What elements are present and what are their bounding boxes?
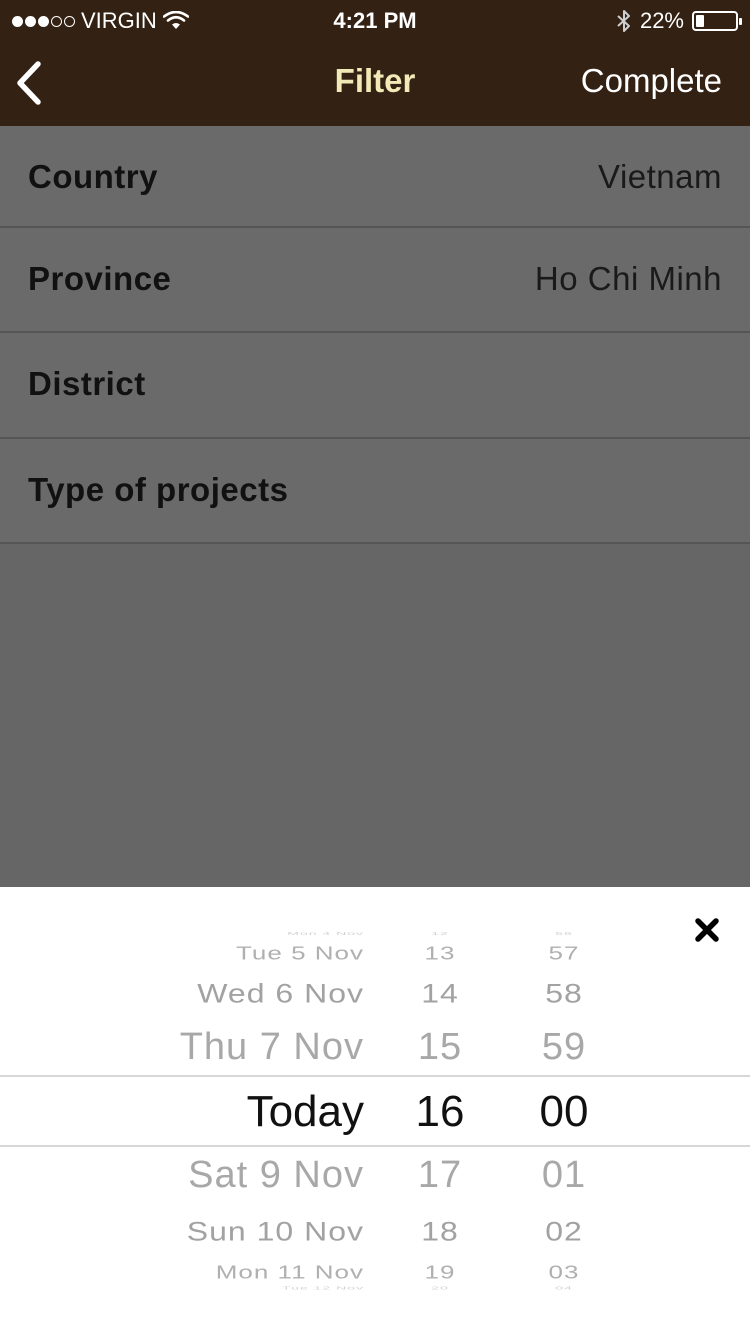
- minute-option[interactable]: 01: [520, 1154, 608, 1197]
- date-option[interactable]: Tue 12 Nov: [282, 1285, 364, 1291]
- minute-option[interactable]: 02: [520, 1216, 608, 1247]
- minute-option[interactable]: 04: [520, 1285, 608, 1291]
- hour-option[interactable]: 13: [400, 943, 480, 965]
- date-option[interactable]: Mon 4 Nov: [287, 930, 364, 936]
- minute-option[interactable]: 57: [520, 943, 608, 965]
- date-option[interactable]: Thu 7 Nov: [180, 1026, 364, 1069]
- minute-wheel[interactable]: 56 57 58 59 00 01 02 03 04: [520, 0, 608, 1333]
- hour-wheel[interactable]: 12 13 14 15 16 17 18 19 20: [400, 0, 480, 1333]
- date-option[interactable]: Tue 5 Nov: [236, 943, 364, 965]
- date-option[interactable]: Wed 6 Nov: [197, 978, 364, 1009]
- hour-option[interactable]: 18: [400, 1216, 480, 1247]
- status-right: 22%: [616, 8, 742, 34]
- date-option[interactable]: Sat 9 Nov: [188, 1154, 364, 1197]
- date-wheel[interactable]: Mon 4 Nov Tue 5 Nov Wed 6 Nov Thu 7 Nov Toda…: [100, 0, 364, 1333]
- minute-option[interactable]: 56: [520, 930, 608, 936]
- date-option[interactable]: Sun 10 Nov: [187, 1216, 364, 1247]
- battery-percentage: 22%: [639, 8, 684, 33]
- hour-option[interactable]: 15: [400, 1026, 480, 1069]
- filter-value: Vietnam: [598, 158, 722, 195]
- bluetooth-icon: [617, 10, 630, 32]
- minute-option[interactable]: 58: [520, 978, 608, 1009]
- hour-option[interactable]: 17: [400, 1154, 480, 1197]
- close-icon[interactable]: [692, 915, 722, 945]
- date-option[interactable]: Today: [247, 1087, 364, 1137]
- date-option[interactable]: Mon 11 Nov: [216, 1262, 364, 1284]
- minute-option[interactable]: 59: [520, 1026, 608, 1069]
- hour-option[interactable]: 14: [400, 978, 480, 1009]
- battery-icon: [692, 11, 742, 31]
- hour-option[interactable]: 20: [400, 1285, 480, 1291]
- hour-option[interactable]: 19: [400, 1262, 480, 1284]
- minute-option[interactable]: 00: [520, 1087, 608, 1137]
- minute-option[interactable]: 03: [520, 1262, 608, 1284]
- hour-option[interactable]: 12: [400, 930, 480, 936]
- battery-fill: [696, 15, 704, 27]
- hour-option[interactable]: 16: [400, 1087, 480, 1137]
